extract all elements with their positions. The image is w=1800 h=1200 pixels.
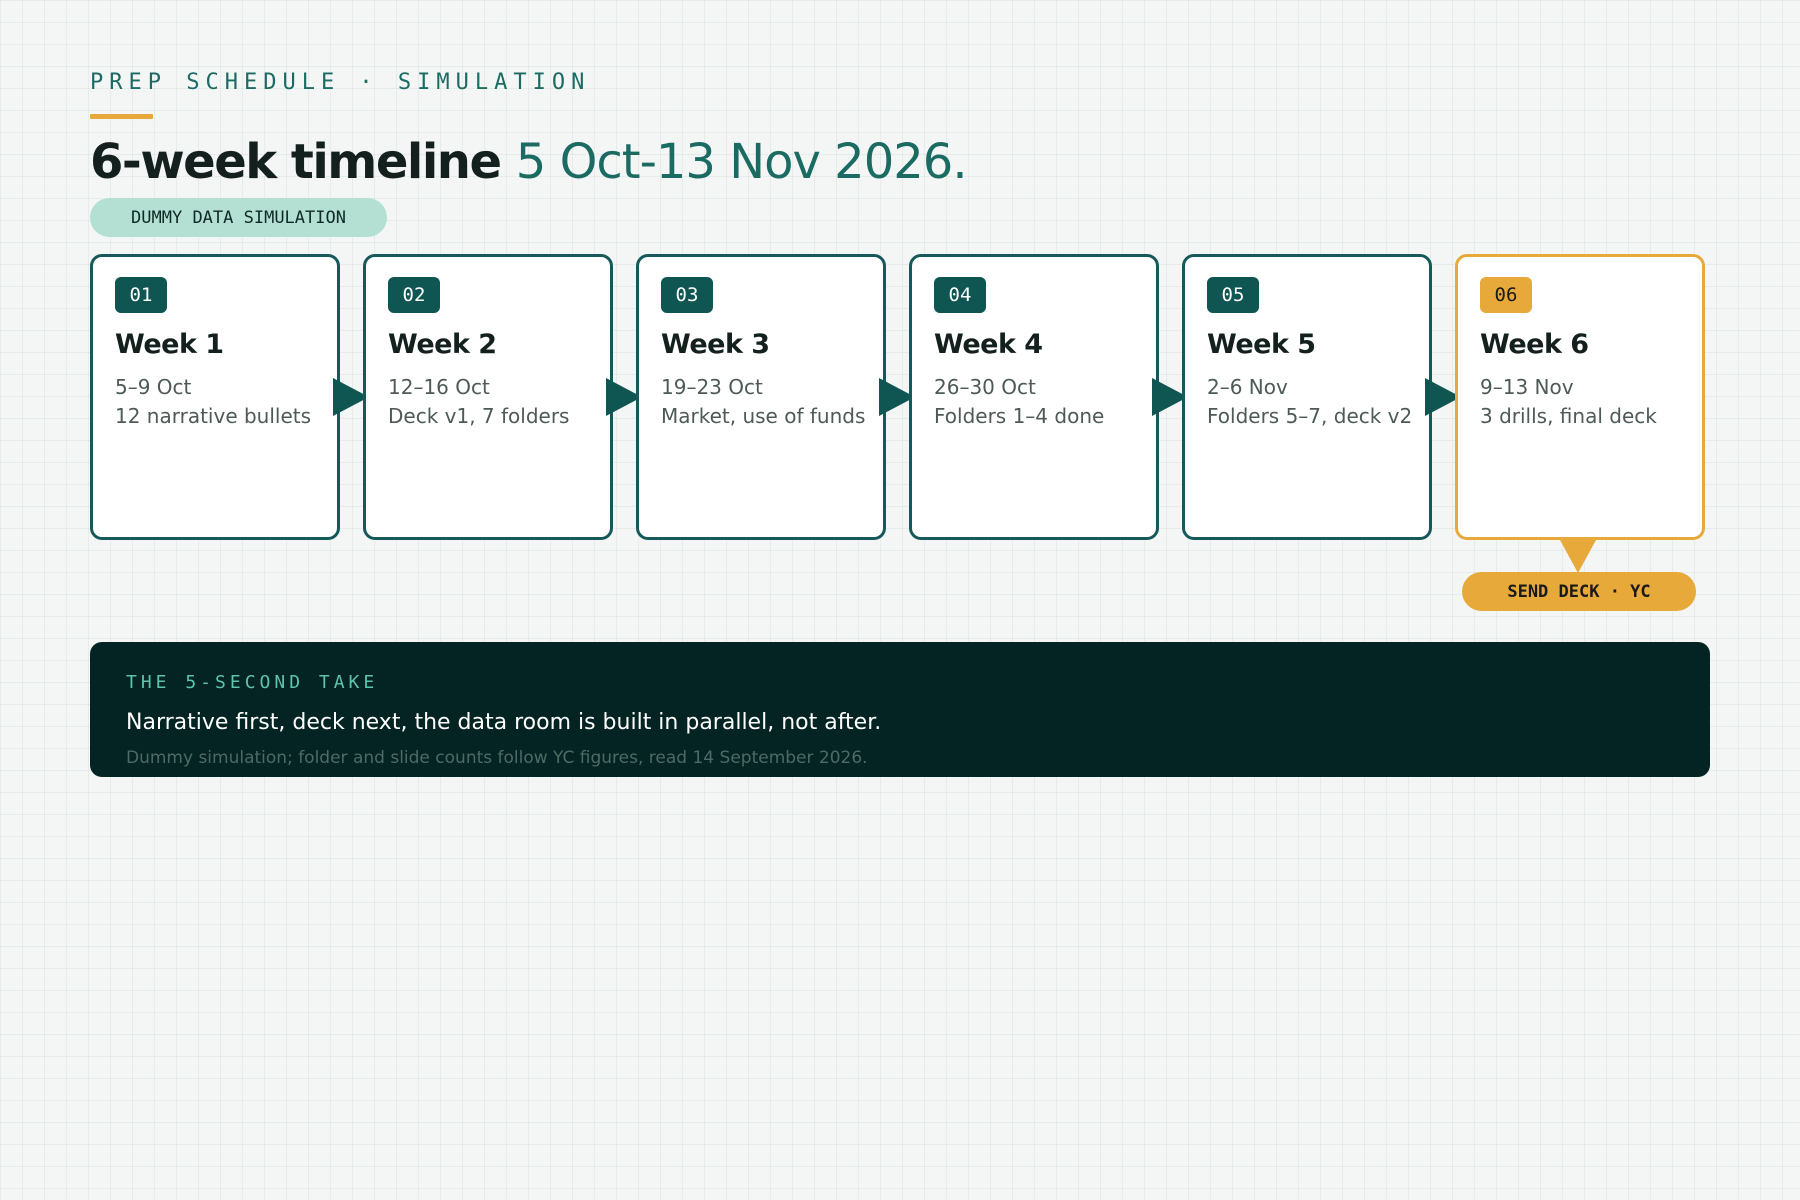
week-dates: 9–13 Nov — [1480, 375, 1574, 399]
week-dates: 5–9 Oct — [115, 375, 192, 399]
week-number-badge: 06 — [1480, 277, 1532, 313]
week-card-4: 04 Week 4 26–30 Oct Folders 1–4 done — [909, 254, 1159, 540]
week-title: Week 5 — [1207, 329, 1316, 360]
week-title: Week 4 — [934, 329, 1043, 360]
week-number-badge: 02 — [388, 277, 440, 313]
week-task: 12 narrative bullets — [115, 404, 312, 428]
week-task: Folders 5–7, deck v2 — [1207, 404, 1413, 428]
simulation-badge: DUMMY DATA SIMULATION — [90, 198, 387, 237]
week-task: Market, use of funds — [661, 404, 866, 428]
eyebrow-label: PREP SCHEDULE · SIMULATION — [90, 70, 591, 95]
week-number-badge: 01 — [115, 277, 167, 313]
week-task: 3 drills, final deck — [1480, 404, 1657, 428]
week-dates: 19–23 Oct — [661, 375, 763, 399]
page-title: 6-week timeline 5 Oct-13 Nov 2026. — [90, 132, 968, 192]
week-card-2: 02 Week 2 12–16 Oct Deck v1, 7 folders — [363, 254, 613, 540]
takeaway-label: THE 5-SECOND TAKE — [126, 672, 379, 693]
arrow-down-icon — [1560, 540, 1596, 573]
milestone-badge: SEND DECK · YC — [1462, 572, 1696, 611]
week-card-6: 06 Week 6 9–13 Nov 3 drills, final deck — [1455, 254, 1705, 540]
week-task: Deck v1, 7 folders — [388, 404, 570, 428]
takeaway-footnote: Dummy simulation; folder and slide count… — [126, 748, 868, 768]
title-date-range: 5 Oct-13 Nov 2026. — [515, 134, 968, 190]
week-title: Week 2 — [388, 329, 497, 360]
eyebrow-underline — [90, 114, 153, 119]
takeaway-panel: THE 5-SECOND TAKE Narrative first, deck … — [90, 642, 1710, 777]
week-task: Folders 1–4 done — [934, 404, 1105, 428]
week-card-3: 03 Week 3 19–23 Oct Market, use of funds — [636, 254, 886, 540]
week-number-badge: 04 — [934, 277, 986, 313]
takeaway-text: Narrative first, deck next, the data roo… — [126, 710, 882, 735]
week-card-5: 05 Week 5 2–6 Nov Folders 5–7, deck v2 — [1182, 254, 1432, 540]
week-dates: 12–16 Oct — [388, 375, 490, 399]
week-title: Week 6 — [1480, 329, 1589, 360]
title-main: 6-week timeline — [90, 134, 502, 190]
week-title: Week 1 — [115, 329, 224, 360]
week-card-1: 01 Week 1 5–9 Oct 12 narrative bullets — [90, 254, 340, 540]
week-dates: 2–6 Nov — [1207, 375, 1288, 399]
week-dates: 26–30 Oct — [934, 375, 1036, 399]
week-title: Week 3 — [661, 329, 770, 360]
week-number-badge: 03 — [661, 277, 713, 313]
week-number-badge: 05 — [1207, 277, 1259, 313]
